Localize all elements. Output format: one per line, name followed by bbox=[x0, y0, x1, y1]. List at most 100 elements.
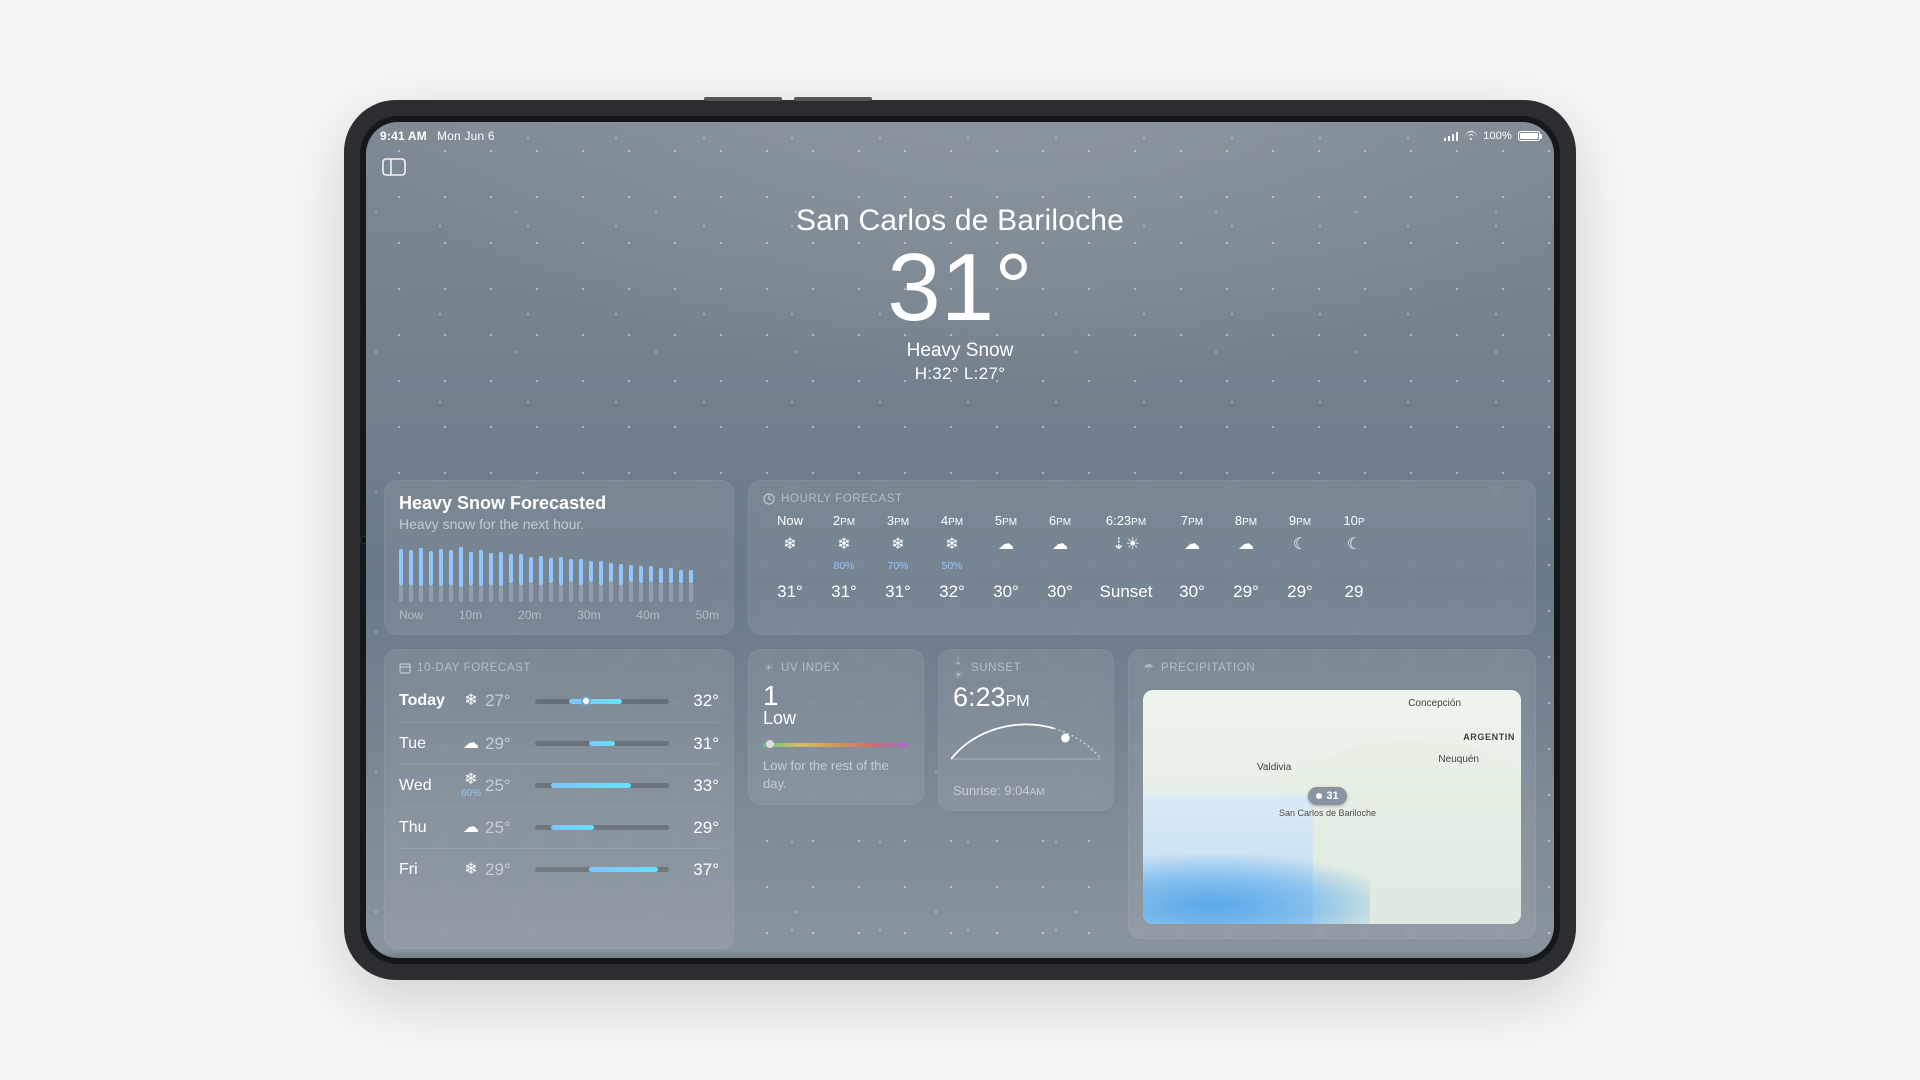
umbrella-icon: ☂︎ bbox=[1143, 662, 1155, 674]
sunset-icon: ⇣☀︎ bbox=[1112, 534, 1140, 554]
precip-minute-bars bbox=[399, 544, 719, 602]
moon-icon: ☾ bbox=[1347, 534, 1361, 554]
precip-map-header-label: Precipitation bbox=[1161, 662, 1255, 674]
hour-col[interactable]: 9PM☾29° bbox=[1273, 513, 1327, 602]
map-marker-city: San Carlos de Bariloche bbox=[1279, 808, 1376, 818]
hourly-track[interactable]: Now❄︎31°2PM❄︎80%31°3PM❄︎70%31°4PM❄︎50%32… bbox=[763, 513, 1521, 602]
battery-percent: 100% bbox=[1483, 130, 1512, 142]
high-low: H:32° L:27° bbox=[366, 364, 1554, 384]
precip-title: Heavy Snow Forecasted bbox=[399, 493, 719, 514]
hourly-header-label: Hourly Forecast bbox=[781, 493, 903, 505]
map-label-valdivia: Valdivia bbox=[1257, 762, 1291, 773]
ipad-inner: 9:41 AM Mon Jun 6 100% San C bbox=[360, 116, 1560, 964]
sunset-arc bbox=[951, 719, 1101, 773]
precipitation-map[interactable]: Concepción ARGENTIN Valdivia Neuquén 31 … bbox=[1143, 690, 1521, 924]
sunset-icon: ⇣☀︎ bbox=[953, 662, 965, 674]
ten-day-forecast-card[interactable]: 10-Day Forecast Today❄︎27°32°Tue☁︎29°31°… bbox=[384, 649, 734, 949]
hourly-header: Hourly Forecast bbox=[763, 493, 1521, 505]
tenday-row[interactable]: Thu☁︎25°29° bbox=[399, 806, 719, 848]
scale-10m: 10m bbox=[459, 608, 482, 622]
hour-col[interactable]: 5PM☁︎30° bbox=[979, 513, 1033, 602]
weather-content: Heavy Snow Forecasted Heavy snow for the… bbox=[366, 480, 1554, 958]
sidebar-icon bbox=[382, 158, 406, 176]
snow-icon: ❄︎ bbox=[457, 862, 485, 878]
battery-icon bbox=[1518, 131, 1540, 141]
sunrise-time: Sunrise: 9:04 bbox=[953, 783, 1030, 798]
uv-dot bbox=[766, 740, 774, 748]
moon-icon: ☾ bbox=[1293, 534, 1307, 554]
cloud-icon: ☁︎ bbox=[457, 820, 485, 836]
hour-col[interactable]: 7PM☁︎30° bbox=[1165, 513, 1219, 602]
status-date: Mon Jun 6 bbox=[437, 129, 495, 143]
tenday-row[interactable]: Today❄︎27°32° bbox=[399, 680, 719, 722]
uv-index-card[interactable]: ☀︎ UV Index 1 Low Low for the rest of th… bbox=[748, 649, 924, 805]
tenday-row[interactable]: Tue☁︎29°31° bbox=[399, 722, 719, 764]
calendar-icon bbox=[399, 662, 411, 674]
scale-30m: 30m bbox=[577, 608, 600, 622]
snow-icon: ❄︎ bbox=[945, 534, 958, 554]
map-label-neuquen: Neuquén bbox=[1438, 754, 1479, 765]
tenday-header: 10-Day Forecast bbox=[399, 662, 719, 674]
sunrise-ampm: AM bbox=[1030, 787, 1045, 798]
tenday-row[interactable]: Wed❄︎60%25°33° bbox=[399, 764, 719, 806]
hour-col[interactable]: 6:23PM⇣☀︎Sunset bbox=[1087, 513, 1165, 602]
cell-signal-icon bbox=[1444, 131, 1458, 141]
nightcloud-icon: ☁︎ bbox=[1184, 534, 1200, 554]
map-label-concepcion: Concepción bbox=[1408, 698, 1461, 709]
dot-icon bbox=[1316, 793, 1322, 799]
rhs-column: ☀︎ UV Index 1 Low Low for the rest of th… bbox=[748, 649, 1536, 949]
tenday-row[interactable]: Fri❄︎29°37° bbox=[399, 848, 719, 890]
snow-icon: ❄︎ bbox=[783, 534, 796, 554]
map-marker[interactable]: 31 San Carlos de Bariloche bbox=[1279, 786, 1376, 818]
hour-col[interactable]: 3PM❄︎70%31° bbox=[871, 513, 925, 602]
uv-header-label: UV Index bbox=[781, 662, 840, 674]
sidebar-toggle[interactable] bbox=[380, 156, 408, 178]
sunrise-label: Sunrise: 9:04AM bbox=[953, 783, 1099, 798]
nightcloud-icon: ☁︎ bbox=[1238, 534, 1254, 554]
ipad-device-frame: 9:41 AM Mon Jun 6 100% San C bbox=[344, 100, 1576, 980]
cloud-icon: ☁︎ bbox=[1052, 534, 1068, 554]
current-conditions-hero: San Carlos de Bariloche 31° Heavy Snow H… bbox=[366, 146, 1554, 384]
sunset-header: ⇣☀︎ Sunset bbox=[953, 662, 1099, 674]
volume-button-2 bbox=[794, 97, 872, 101]
next-hour-precip-card[interactable]: Heavy Snow Forecasted Heavy snow for the… bbox=[384, 480, 734, 635]
hour-col[interactable]: 8PM☁︎29° bbox=[1219, 513, 1273, 602]
hourly-forecast-card[interactable]: Hourly Forecast Now❄︎31°2PM❄︎80%31°3PM❄︎… bbox=[748, 480, 1536, 635]
map-precip-overlay bbox=[1143, 830, 1370, 924]
cloud-icon: ☁︎ bbox=[998, 534, 1014, 554]
sunset-header-label: Sunset bbox=[971, 662, 1021, 674]
row-top: Heavy Snow Forecasted Heavy snow for the… bbox=[384, 480, 1536, 635]
sunset-time: 6:23PM bbox=[953, 682, 1099, 713]
location-name: San Carlos de Bariloche bbox=[366, 204, 1554, 238]
map-marker-temp: 31 bbox=[1326, 790, 1338, 802]
rhs-row-1: ☀︎ UV Index 1 Low Low for the rest of th… bbox=[748, 649, 1536, 939]
snow-icon: ❄︎60% bbox=[457, 772, 485, 799]
volume-button bbox=[704, 97, 782, 101]
status-bar: 9:41 AM Mon Jun 6 100% bbox=[366, 122, 1554, 146]
sunset-ampm: PM bbox=[1006, 693, 1030, 710]
uv-level: Low bbox=[763, 708, 909, 729]
map-marker-pill: 31 bbox=[1308, 787, 1346, 805]
sunset-card[interactable]: ⇣☀︎ Sunset 6:23PM bbox=[938, 649, 1114, 811]
cloud-icon: ☁︎ bbox=[457, 736, 485, 752]
snow-icon: ❄︎ bbox=[457, 693, 485, 709]
hour-col[interactable]: 2PM❄︎80%31° bbox=[817, 513, 871, 602]
wifi-icon bbox=[1464, 131, 1477, 141]
snow-icon: ❄︎ bbox=[837, 534, 850, 554]
weather-app-screen[interactable]: 9:41 AM Mon Jun 6 100% San C bbox=[366, 122, 1554, 958]
hour-col[interactable]: Now❄︎31° bbox=[763, 513, 817, 602]
row-bottom: 10-Day Forecast Today❄︎27°32°Tue☁︎29°31°… bbox=[384, 649, 1536, 949]
hour-col[interactable]: 10P☾29 bbox=[1327, 513, 1381, 602]
uv-scale-bar bbox=[763, 743, 909, 747]
hour-col[interactable]: 6PM☁︎30° bbox=[1033, 513, 1087, 602]
sun-icon: ☀︎ bbox=[763, 662, 775, 674]
scale-50m: 50m bbox=[696, 608, 719, 622]
precip-subtitle: Heavy snow for the next hour. bbox=[399, 516, 719, 532]
map-label-argentina: ARGENTIN bbox=[1463, 732, 1515, 742]
crop-fade bbox=[366, 950, 1554, 958]
precipitation-map-card[interactable]: ☂︎ Precipitation Concepción ARGENTIN bbox=[1128, 649, 1536, 939]
hour-col[interactable]: 4PM❄︎50%32° bbox=[925, 513, 979, 602]
scale-now: Now bbox=[399, 608, 423, 622]
current-temperature: 31° bbox=[366, 240, 1554, 336]
tenday-header-label: 10-Day Forecast bbox=[417, 662, 531, 674]
